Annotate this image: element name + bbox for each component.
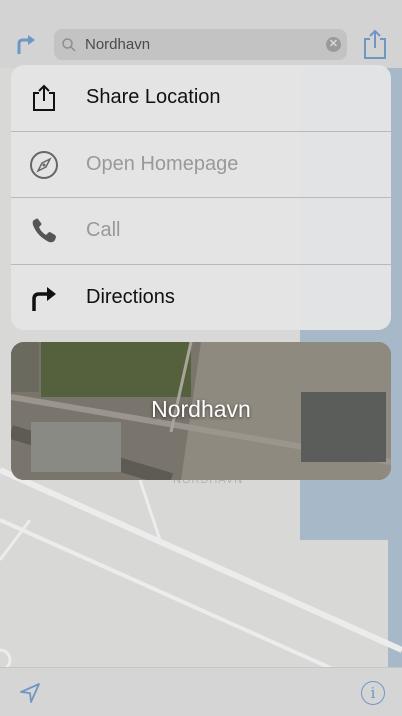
place-card[interactable]: Nordhavn	[11, 342, 391, 480]
menu-item-label: Share Location	[86, 86, 221, 108]
action-menu: Share Location Open Homepage Call Direct…	[11, 65, 391, 330]
compass-icon	[30, 151, 58, 179]
clear-search-icon[interactable]: ✕	[326, 37, 341, 52]
search-query: Nordhavn	[85, 36, 151, 53]
share-icon	[33, 84, 55, 111]
menu-item-label: Open Homepage	[86, 153, 239, 175]
share-icon[interactable]	[361, 28, 389, 60]
menu-item-label: Call	[86, 219, 121, 241]
search-icon	[62, 38, 76, 52]
directions-icon[interactable]	[12, 30, 40, 58]
search-field[interactable]: Nordhavn ✕	[54, 29, 347, 60]
info-icon[interactable]: i	[361, 681, 385, 705]
directions-arrow-icon	[32, 287, 56, 311]
menu-item-share-location[interactable]: Share Location	[11, 65, 391, 131]
phone-icon	[32, 218, 56, 243]
menu-item-open-homepage[interactable]: Open Homepage	[11, 132, 391, 198]
menu-item-call[interactable]: Call	[11, 198, 391, 264]
top-bar: Nordhavn ✕	[0, 0, 402, 68]
menu-item-directions[interactable]: Directions	[11, 265, 391, 330]
menu-item-label: Directions	[86, 286, 175, 308]
place-title: Nordhavn	[151, 396, 251, 422]
bottom-bar: i	[0, 667, 402, 716]
location-arrow-icon[interactable]	[18, 681, 42, 705]
